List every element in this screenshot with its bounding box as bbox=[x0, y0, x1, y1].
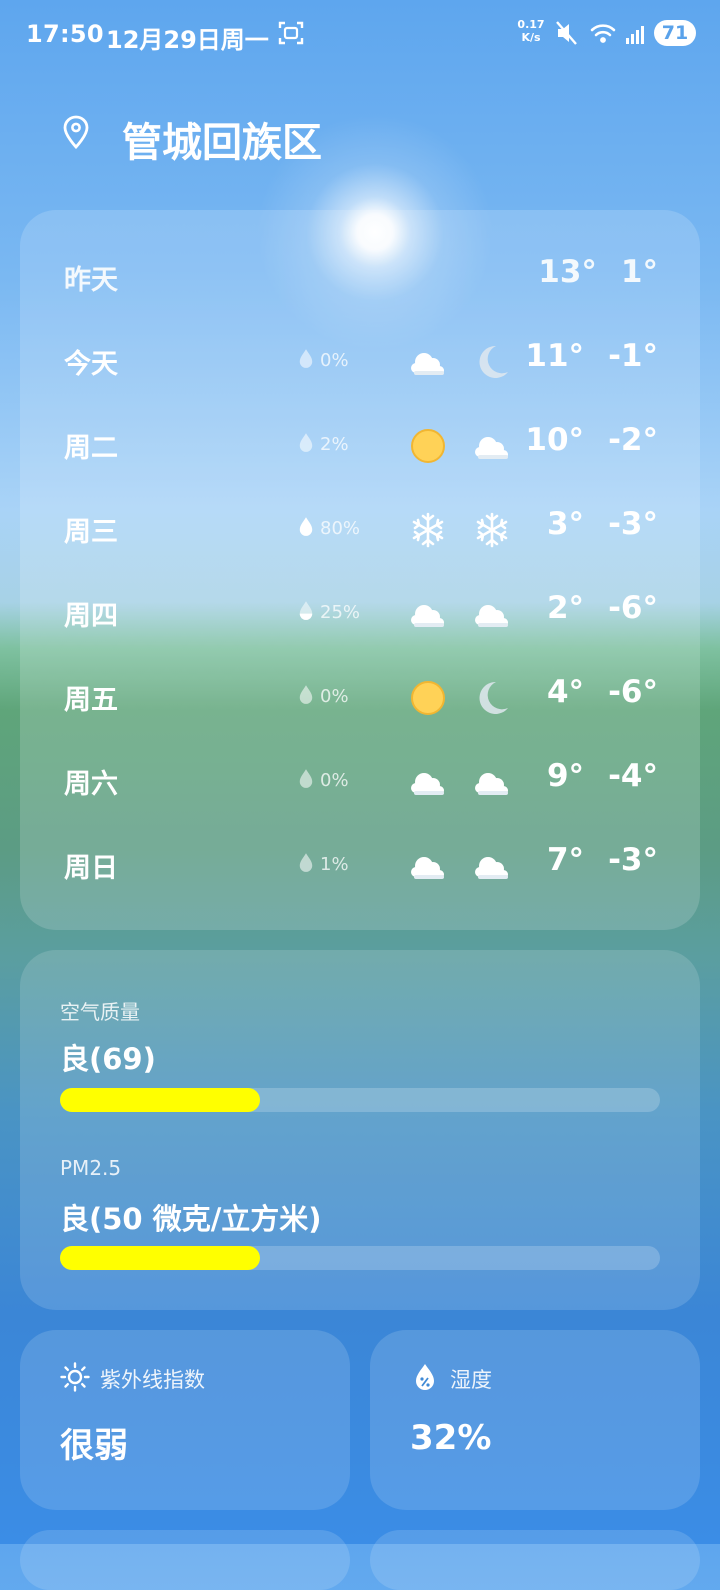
temp-low: 1° bbox=[620, 254, 658, 290]
cloud-icon bbox=[470, 592, 514, 636]
temp-low: -6° bbox=[608, 590, 658, 626]
cloud-icon bbox=[406, 592, 450, 636]
forecast-row[interactable]: 周五 0% 4° -6° bbox=[20, 656, 700, 740]
speed-unit: K/s bbox=[521, 31, 541, 44]
temp-high: 11° bbox=[525, 338, 585, 374]
humidity-label: 湿度 bbox=[450, 1368, 492, 1392]
status-icons bbox=[556, 21, 644, 45]
next-card-right[interactable] bbox=[370, 1530, 700, 1590]
next-card-left[interactable] bbox=[20, 1530, 350, 1590]
uv-value: 很弱 bbox=[60, 1426, 128, 1466]
forecast-temps: 4° -6° bbox=[547, 674, 658, 710]
precipitation-value: 0% bbox=[320, 770, 349, 791]
sun-icon bbox=[406, 676, 450, 720]
forecast-temps: 2° -6° bbox=[547, 590, 658, 626]
battery-indicator: 71 bbox=[654, 20, 696, 46]
temp-low: -3° bbox=[608, 842, 658, 878]
sun-outline-icon bbox=[60, 1362, 90, 1392]
status-time: 17:50 bbox=[26, 20, 104, 48]
cloud-icon bbox=[406, 760, 450, 804]
moon-icon bbox=[470, 340, 514, 384]
air-quality-card[interactable]: 空气质量 良(69) PM2.5 良(50 微克/立方米) bbox=[20, 950, 700, 1310]
precipitation-value: 25% bbox=[320, 602, 361, 623]
temp-low: -2° bbox=[608, 422, 658, 458]
aqi-value: 良(69) bbox=[60, 1042, 156, 1076]
uv-index-card[interactable]: 紫外线指数 很弱 bbox=[20, 1330, 350, 1510]
forecast-temps: 10° -2° bbox=[525, 422, 658, 458]
temp-low: -6° bbox=[608, 674, 658, 710]
precipitation-value: 80% bbox=[320, 518, 361, 539]
daily-forecast-card[interactable]: 昨天 13° 1° 今天 0% 11° -1° 周二 2% 10° -2° 周三 80% 3° -3° 周四 2… bbox=[20, 210, 700, 930]
status-date: 12月29日周一 bbox=[106, 26, 269, 54]
sun-icon bbox=[406, 424, 450, 468]
aqi-label: 空气质量 bbox=[60, 1000, 140, 1024]
moon-icon bbox=[470, 676, 514, 720]
precipitation-value: 0% bbox=[320, 686, 349, 707]
aqi-bar bbox=[60, 1088, 660, 1112]
status-bar: 17:50 12月29日周一 0.17 K/s 71 bbox=[0, 0, 720, 70]
temp-low: -4° bbox=[608, 758, 658, 794]
signal-icon bbox=[626, 26, 644, 44]
forecast-day: 今天 bbox=[64, 349, 118, 380]
forecast-temps: 7° -3° bbox=[547, 842, 658, 878]
precipitation-value: 2% bbox=[320, 434, 349, 455]
speed-value: 0.17 bbox=[517, 18, 545, 31]
pm25-label: PM2.5 bbox=[60, 1156, 122, 1180]
forecast-temps: 13° 1° bbox=[538, 254, 658, 290]
mute-icon bbox=[556, 21, 577, 45]
forecast-row[interactable]: 周四 25% 2° -6° bbox=[20, 572, 700, 656]
city-name: 管城回族区 bbox=[122, 120, 322, 166]
temp-high: 13° bbox=[538, 254, 597, 290]
cloud-icon bbox=[406, 340, 450, 384]
aqi-bar-fill bbox=[60, 1088, 260, 1112]
humidity-drop-icon bbox=[416, 1364, 434, 1390]
cloud-icon bbox=[470, 760, 514, 804]
temp-high: 10° bbox=[525, 422, 585, 458]
pm25-bar bbox=[60, 1246, 660, 1270]
cloud-icon bbox=[470, 844, 514, 888]
temp-low: -1° bbox=[608, 338, 658, 374]
forecast-day: 周二 bbox=[64, 433, 118, 464]
temp-low: -3° bbox=[608, 506, 658, 542]
forecast-temps: 9° -4° bbox=[547, 758, 658, 794]
forecast-row[interactable]: 昨天 13° 1° bbox=[20, 236, 700, 320]
temp-high: 3° bbox=[546, 506, 585, 542]
snowflake-icon bbox=[406, 508, 450, 552]
network-speed: 0.17 K/s bbox=[514, 18, 548, 44]
location-pin-icon bbox=[63, 115, 89, 150]
humidity-card[interactable]: 湿度 32% bbox=[370, 1330, 700, 1510]
forecast-row[interactable]: 周六 0% 9° -4° bbox=[20, 740, 700, 824]
cloud-icon bbox=[470, 424, 514, 468]
precipitation-value: 1% bbox=[320, 854, 349, 875]
wifi-icon bbox=[590, 24, 616, 43]
forecast-row[interactable]: 周日 1% 7° -3° bbox=[20, 824, 700, 908]
pm25-value: 良(50 微克/立方米) bbox=[60, 1202, 322, 1236]
snowflake-icon bbox=[470, 508, 514, 552]
temp-high: 7° bbox=[546, 842, 585, 878]
forecast-row[interactable]: 周二 2% 10° -2° bbox=[20, 404, 700, 488]
forecast-temps: 11° -1° bbox=[525, 338, 658, 374]
forecast-day: 周五 bbox=[64, 685, 118, 716]
forecast-row[interactable]: 周三 80% 3° -3° bbox=[20, 488, 700, 572]
pm25-bar-fill bbox=[60, 1246, 260, 1270]
forecast-row[interactable]: 今天 0% 11° -1° bbox=[20, 320, 700, 404]
forecast-temps: 3° -3° bbox=[547, 506, 658, 542]
forecast-day: 周三 bbox=[64, 517, 118, 548]
forecast-day: 周六 bbox=[64, 769, 118, 800]
humidity-value: 32% bbox=[410, 1418, 492, 1458]
temp-high: 2° bbox=[546, 590, 585, 626]
forecast-day: 周日 bbox=[64, 853, 118, 884]
uv-label: 紫外线指数 bbox=[100, 1368, 205, 1392]
cloud-icon bbox=[406, 844, 450, 888]
forecast-day: 周四 bbox=[64, 601, 118, 632]
temp-high: 9° bbox=[546, 758, 585, 794]
precipitation-value: 0% bbox=[320, 350, 349, 371]
forecast-day: 昨天 bbox=[64, 265, 118, 296]
temp-high: 4° bbox=[546, 674, 585, 710]
screenshot-icon bbox=[278, 21, 304, 45]
